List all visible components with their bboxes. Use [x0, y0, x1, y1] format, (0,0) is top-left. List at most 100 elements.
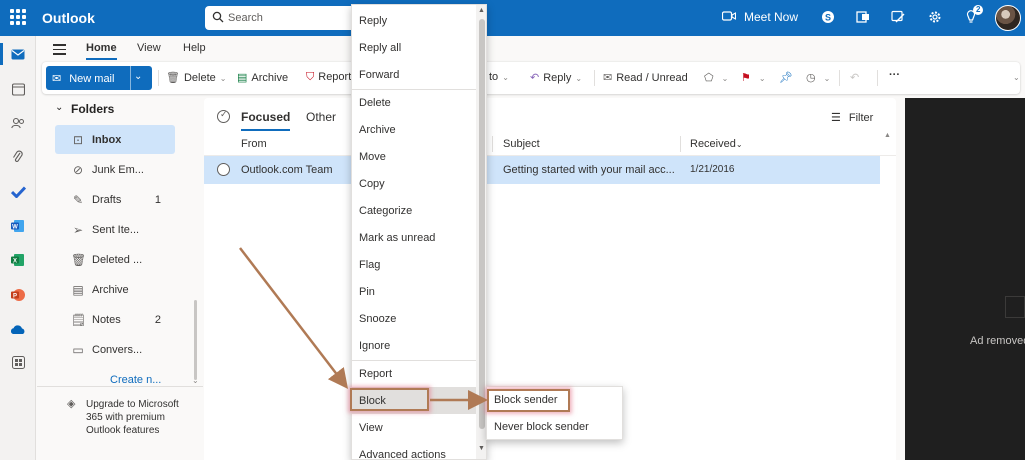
- waffle-icon[interactable]: [10, 9, 26, 25]
- row-checkbox[interactable]: [217, 163, 230, 176]
- ribbon-collapse-button[interactable]: ⌄: [1009, 71, 1020, 83]
- upgrade-banner[interactable]: ◈ Upgrade to Microsoft 365 with premium …: [37, 386, 203, 460]
- search-icon: [212, 11, 224, 23]
- tab-help[interactable]: Help: [183, 42, 206, 54]
- pin-button[interactable]: 📌︎: [779, 71, 797, 84]
- report-button[interactable]: ⛉ Report: [306, 71, 351, 84]
- trash-icon: 🗑︎: [166, 72, 180, 84]
- menu-item-reply[interactable]: Reply: [352, 7, 476, 34]
- tab-home[interactable]: Home: [86, 42, 117, 60]
- reply-button[interactable]: ↶ Reply ⌄: [530, 71, 582, 84]
- attachment-icon[interactable]: [10, 149, 26, 165]
- menu-item-archive[interactable]: Archive: [352, 116, 476, 143]
- menu-item-mark-as-unread[interactable]: Mark as unread: [352, 224, 476, 251]
- folder-junk[interactable]: ⊘ Junk Em...: [55, 155, 175, 184]
- chevron-down-icon[interactable]: ⌄: [134, 71, 142, 82]
- folder-scrollbar[interactable]: [194, 300, 197, 380]
- people-icon[interactable]: [10, 115, 26, 131]
- more-apps-icon[interactable]: [10, 354, 26, 370]
- tab-other[interactable]: Other: [306, 110, 336, 124]
- folder-notes[interactable]: 🗒︎ Notes 2: [55, 305, 175, 334]
- app-title[interactable]: Outlook: [42, 10, 95, 26]
- move-to-button[interactable]: to ⌄: [489, 71, 509, 83]
- tab-focused[interactable]: Focused: [241, 110, 291, 131]
- menu-item-delete[interactable]: Delete: [352, 89, 476, 116]
- menu-item-copy[interactable]: Copy: [352, 170, 476, 197]
- menu-item-flag[interactable]: Flag: [352, 251, 476, 278]
- filter-button[interactable]: ☰ Filter: [831, 111, 873, 124]
- folder-label: Archive: [92, 284, 129, 296]
- column-from[interactable]: From: [241, 138, 267, 150]
- flag-button[interactable]: ⚑ ⌄: [741, 71, 766, 84]
- menu-item-forward[interactable]: Forward: [352, 61, 476, 88]
- search-input[interactable]: Search: [205, 6, 355, 30]
- calendar-icon[interactable]: [10, 81, 26, 97]
- menu-item-label: Reply: [359, 15, 388, 27]
- menu-item-snooze[interactable]: Snooze: [352, 305, 476, 332]
- rail-selection-indicator: [0, 43, 3, 65]
- onedrive-icon[interactable]: [10, 321, 26, 337]
- table-row[interactable]: Outlook.com Team Getting started with yo…: [204, 156, 880, 184]
- create-new-folder-link[interactable]: Create n...: [110, 374, 161, 386]
- folders-header[interactable]: ⌄ Folders: [55, 102, 114, 116]
- categorize-button[interactable]: ⬠ ⌄: [704, 71, 728, 84]
- tab-view[interactable]: View: [137, 42, 161, 54]
- new-mail-button[interactable]: ✉ New mail ⌄: [46, 66, 152, 90]
- delete-button[interactable]: 🗑︎ Delete ⌄: [166, 71, 226, 84]
- feedback-icon[interactable]: [890, 10, 906, 26]
- scroll-thumb[interactable]: [479, 19, 485, 429]
- folder-sent[interactable]: ➢ Sent Ite...: [55, 215, 175, 244]
- todo-icon[interactable]: [10, 184, 26, 200]
- folder-deleted[interactable]: 🗑︎ Deleted ...: [55, 245, 175, 274]
- word-icon[interactable]: W: [10, 218, 26, 234]
- hamburger-icon[interactable]: [53, 44, 66, 58]
- skype-icon[interactable]: S: [820, 10, 836, 26]
- undo-button[interactable]: ↶: [850, 71, 863, 84]
- row-from: Outlook.com Team: [241, 164, 333, 176]
- chevron-up-icon[interactable]: ▲: [478, 7, 485, 14]
- excel-icon[interactable]: X: [10, 252, 26, 268]
- folder-drafts[interactable]: ✎ Drafts 1: [55, 185, 175, 214]
- chevron-down-icon: ⌄: [55, 102, 64, 113]
- chevron-down-icon: ⌄: [823, 74, 831, 83]
- read-unread-button[interactable]: ✉ Read / Unread: [603, 71, 688, 84]
- menu-item-view[interactable]: View: [352, 414, 476, 441]
- message-list-scrollbar[interactable]: ▲: [884, 132, 892, 460]
- reply-label: Reply: [543, 72, 572, 84]
- menu-item-categorize[interactable]: Categorize: [352, 197, 476, 224]
- folder-archive[interactable]: ▤ Archive: [55, 275, 175, 304]
- menu-item-label: Archive: [359, 124, 396, 136]
- menu-item-never-block-sender[interactable]: Never block sender: [487, 414, 624, 441]
- menu-item-move[interactable]: Move: [352, 143, 476, 170]
- pin-icon: 📌︎: [779, 72, 793, 84]
- column-received-label: Received: [690, 138, 736, 150]
- chevron-down-icon[interactable]: ⌄: [192, 376, 199, 385]
- more-options-button[interactable]: ···: [889, 69, 900, 81]
- column-divider[interactable]: [680, 136, 681, 152]
- menu-item-ignore[interactable]: Ignore: [352, 332, 476, 359]
- powerpoint-icon[interactable]: P: [10, 287, 26, 303]
- menu-item-report[interactable]: Report: [352, 360, 476, 387]
- avatar[interactable]: [995, 5, 1021, 31]
- folder-inbox[interactable]: ⊡ Inbox: [55, 125, 175, 154]
- chevron-up-icon[interactable]: ▲: [884, 132, 891, 139]
- select-all-checkbox[interactable]: [217, 109, 230, 123]
- folder-conversation-history[interactable]: ▭ Convers...: [55, 335, 175, 364]
- diamond-icon: ◈: [67, 398, 76, 410]
- reply-icon: ↶: [530, 72, 540, 84]
- menu-item-pin[interactable]: Pin: [352, 278, 476, 305]
- meet-now-button[interactable]: Meet Now: [721, 10, 798, 24]
- column-received[interactable]: Received⌄: [690, 138, 743, 150]
- folder-label: Inbox: [92, 134, 122, 146]
- upgrade-text: Upgrade to Microsoft 365 with premium Ou…: [86, 399, 179, 436]
- chevron-down-icon[interactable]: ▼: [478, 445, 485, 452]
- settings-icon[interactable]: [927, 10, 943, 26]
- column-divider[interactable]: [492, 136, 493, 152]
- column-subject[interactable]: Subject: [503, 138, 540, 150]
- snooze-button[interactable]: ◷ ⌄: [806, 71, 830, 84]
- office-icon[interactable]: [855, 10, 871, 26]
- menu-item-advanced-actions[interactable]: Advanced actions: [352, 441, 476, 459]
- mail-icon[interactable]: [10, 46, 26, 62]
- menu-item-reply-all[interactable]: Reply all: [352, 34, 476, 61]
- archive-button[interactable]: ▤ Archive: [237, 71, 288, 84]
